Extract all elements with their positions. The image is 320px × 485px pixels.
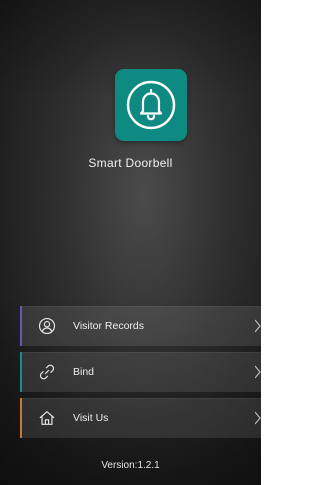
drawer-screen: Smart Doorbell Visitor Records Bind Visi… (0, 0, 261, 485)
chevron-right-icon (255, 319, 261, 333)
menu-item-accent-bar (20, 398, 22, 438)
bell-icon (126, 80, 176, 130)
home-icon (37, 408, 57, 428)
menu-item-accent-bar (20, 306, 22, 346)
menu-item-visitor-records[interactable]: Visitor Records (20, 306, 261, 346)
chevron-right-icon (255, 365, 261, 379)
user-circle-icon (37, 316, 57, 336)
menu-item-bind[interactable]: Bind (20, 352, 261, 392)
menu-item-label: Visitor Records (73, 320, 144, 332)
app-logo-tile (115, 69, 187, 141)
menu-item-label: Bind (73, 366, 95, 378)
menu-item-visit-us[interactable]: Visit Us (20, 398, 261, 438)
menu-item-label: Visit Us (73, 412, 109, 424)
link-icon (37, 362, 57, 382)
chevron-right-icon (255, 411, 261, 425)
app-name: Smart Doorbell (88, 156, 173, 170)
version-label: Version:1.2.1 (101, 460, 160, 471)
menu-item-accent-bar (20, 352, 22, 392)
drawer-menu: Visitor Records Bind Visit Us (20, 306, 261, 444)
